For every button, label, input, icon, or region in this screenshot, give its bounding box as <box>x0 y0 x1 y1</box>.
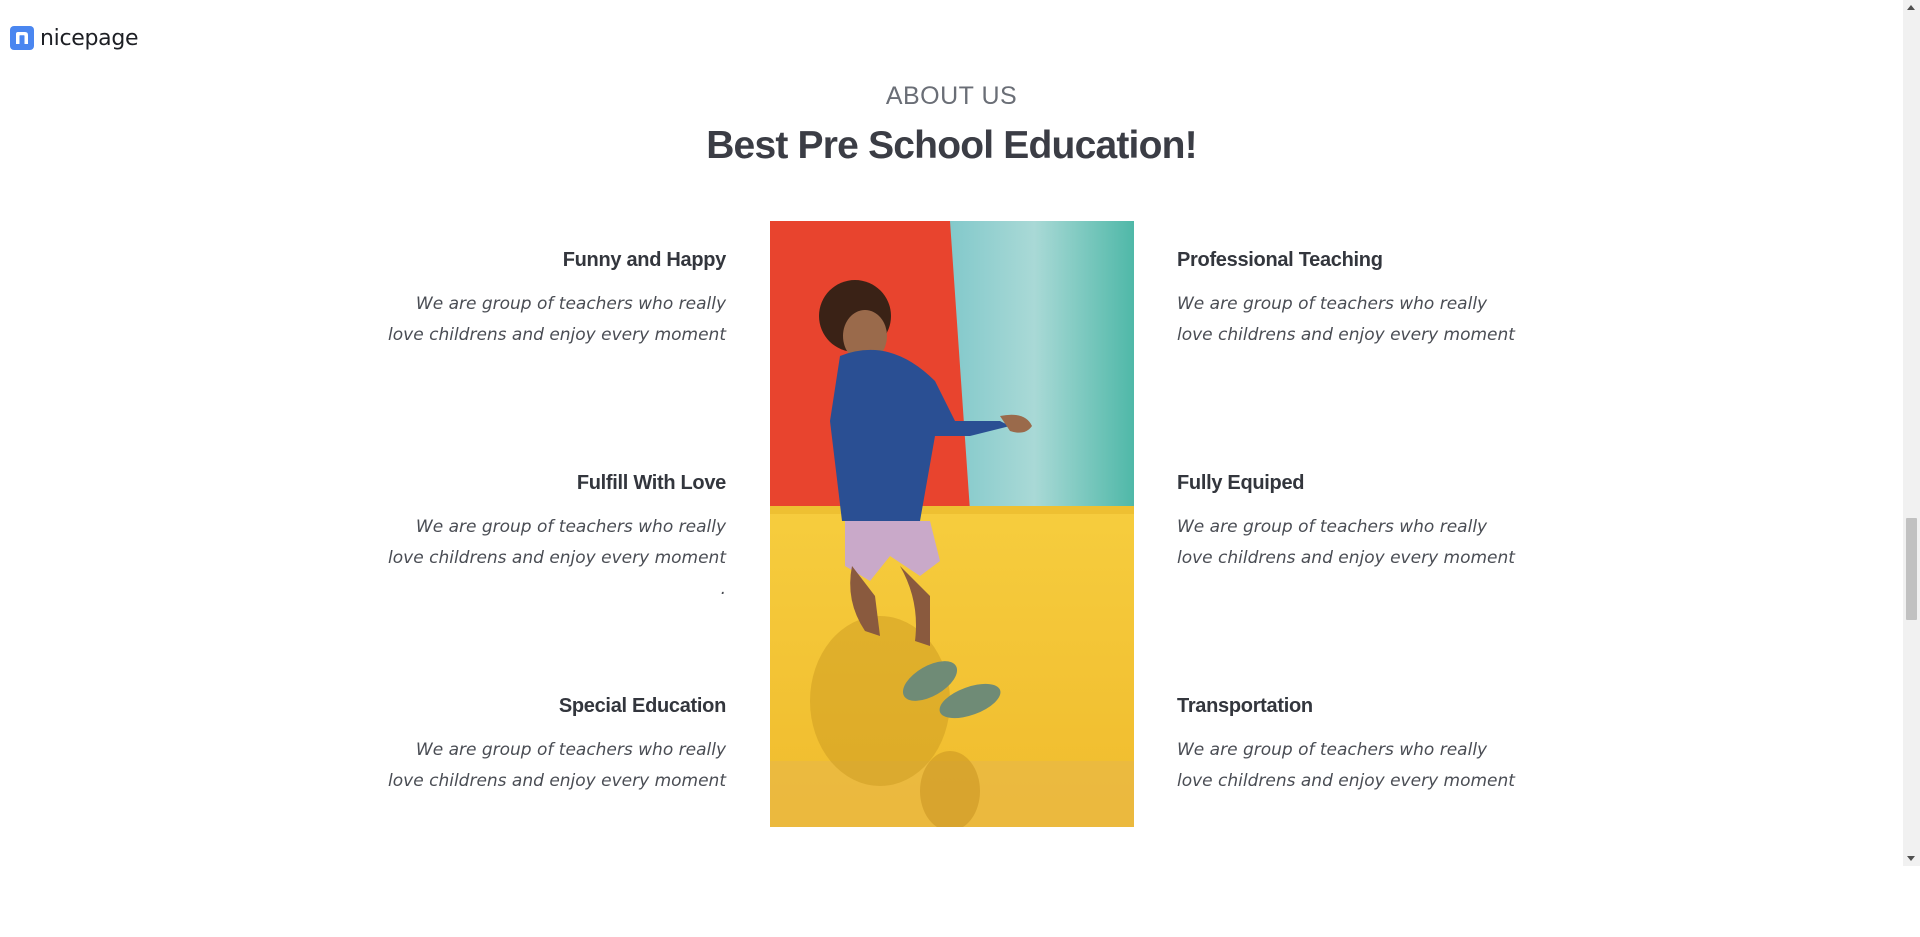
feature-title: Fulfill With Love <box>576 472 726 494</box>
feature-fulfill-with-love: Fulfill With Love We are group of teache… <box>386 470 726 605</box>
child-jumping-photo <box>770 221 1134 827</box>
feature-funny-and-happy: Funny and Happy We are group of teachers… <box>386 247 726 351</box>
feature-transportation: Transportation We are group of teachers … <box>1177 693 1517 797</box>
feature-special-education: Special Education We are group of teache… <box>386 693 726 797</box>
vertical-scrollbar[interactable] <box>1903 0 1920 866</box>
feature-title: Special Education <box>558 695 726 717</box>
child-jumping-illustration <box>770 221 1134 827</box>
feature-text: We are group of teachers who really love… <box>1177 294 1515 345</box>
feature-text: We are group of teachers who really love… <box>388 740 726 791</box>
feature-fully-equiped: Fully Equiped We are group of teachers w… <box>1177 470 1517 574</box>
feature-title: Fully Equiped <box>1177 472 1305 494</box>
feature-text: We are group of teachers who really love… <box>1177 740 1515 791</box>
feature-text: We are group of teachers who really love… <box>1177 517 1515 568</box>
feature-title: Professional Teaching <box>1177 249 1383 271</box>
nicepage-logo-icon <box>10 26 34 50</box>
scroll-down-arrow-icon[interactable] <box>1907 856 1915 861</box>
feature-text: We are group of teachers who really love… <box>388 517 726 599</box>
feature-title: Funny and Happy <box>562 249 727 271</box>
feature-text: We are group of teachers who really love… <box>388 294 726 345</box>
nicepage-logo-text: nicepage <box>40 25 139 51</box>
nicepage-logo-link[interactable]: nicepage <box>10 25 139 51</box>
page: nicepage ABOUT US Best Pre School Educat… <box>0 0 1920 937</box>
feature-title: Transportation <box>1177 695 1313 717</box>
feature-professional-teaching: Professional Teaching We are group of te… <box>1177 247 1517 351</box>
scroll-up-arrow-icon[interactable] <box>1907 5 1915 10</box>
section-eyebrow: ABOUT US <box>885 82 1018 110</box>
section-headline: Best Pre School Education! <box>706 124 1197 167</box>
scrollbar-thumb[interactable] <box>1906 518 1917 620</box>
